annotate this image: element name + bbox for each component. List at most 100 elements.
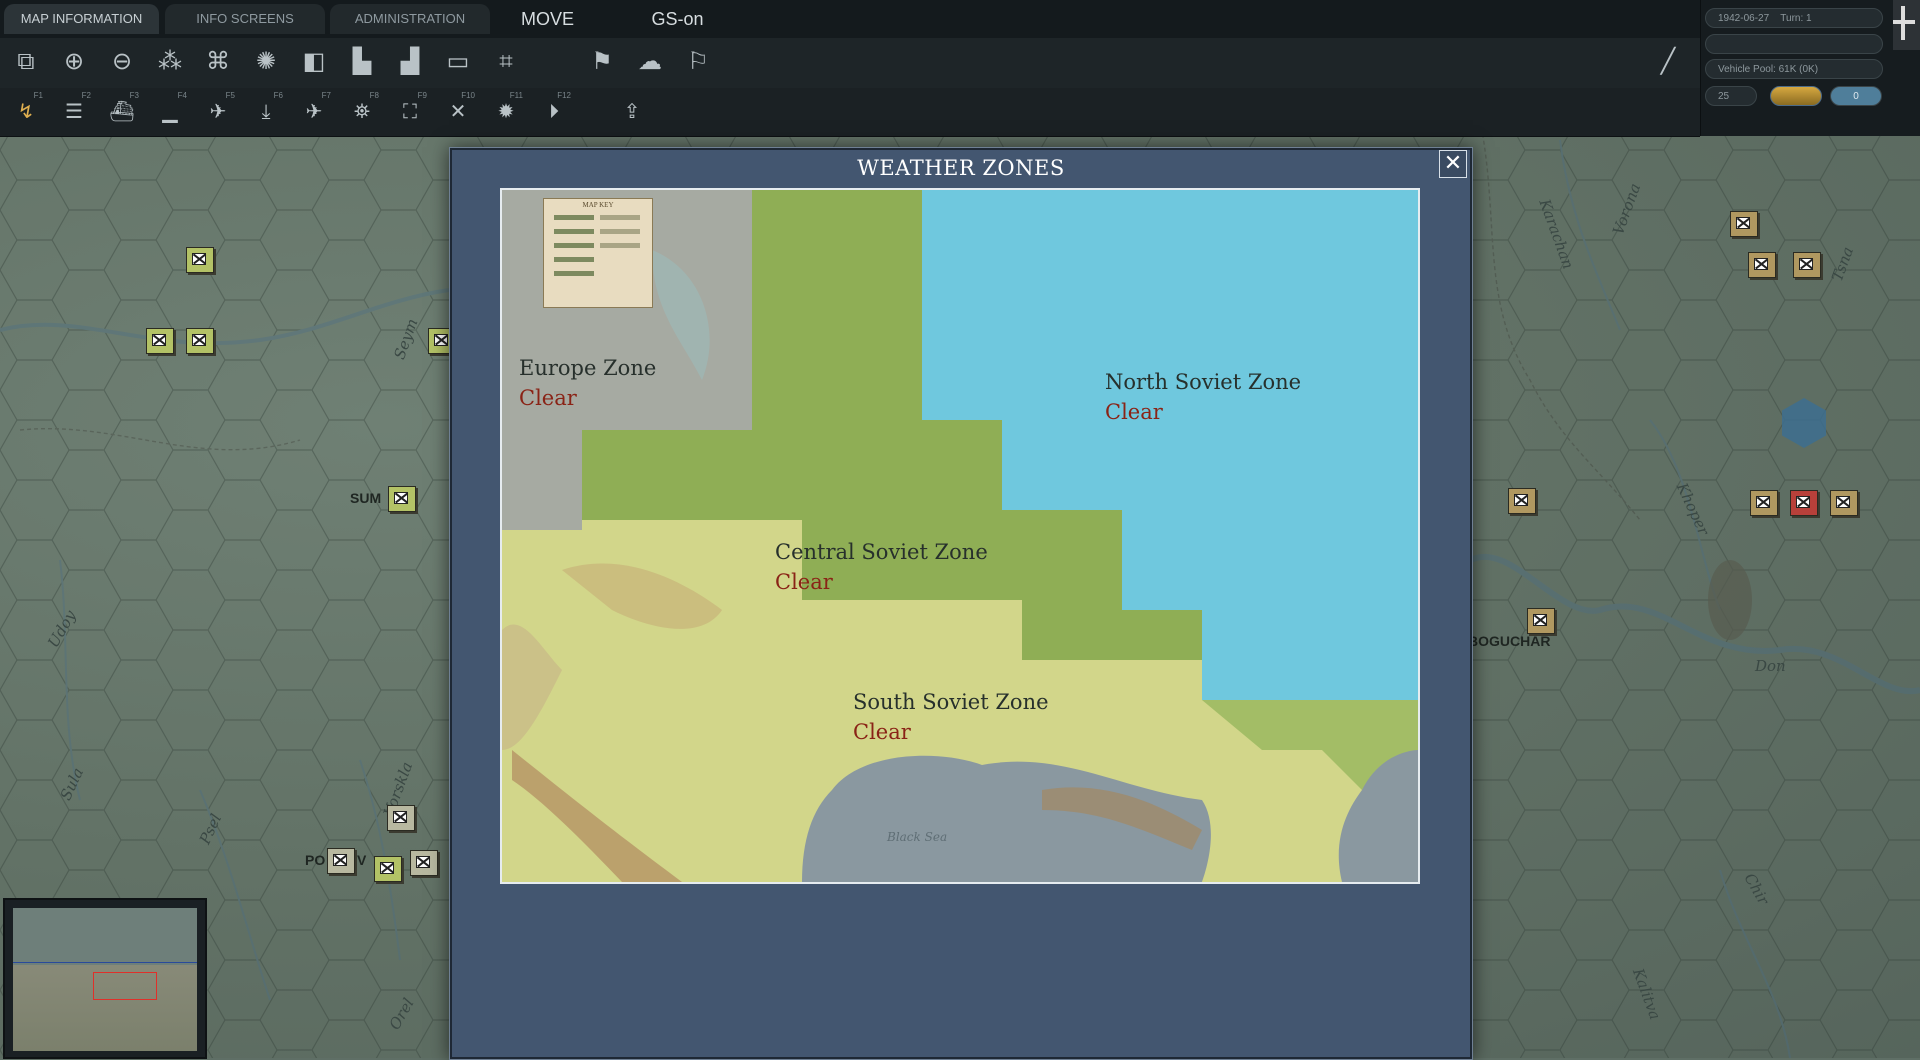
gs-toggle-button[interactable]: GS-on <box>630 4 725 34</box>
nation-flag-icon <box>1893 0 1920 50</box>
infantry-icon <box>1736 217 1750 229</box>
infantry-icon <box>152 334 166 346</box>
unit-counter[interactable] <box>1748 252 1776 278</box>
select-icon[interactable]: ⧉ <box>8 44 44 80</box>
units-icon[interactable]: ⁂ <box>152 44 188 80</box>
close-button[interactable]: ✕ <box>1439 150 1467 178</box>
zone-weather: Clear <box>1105 400 1163 424</box>
infantry-icon <box>416 856 430 868</box>
air-cancel-icon[interactable]: ✕ F10 <box>440 92 476 130</box>
layers-icon[interactable]: ◧ <box>296 44 332 80</box>
flag-icon[interactable]: ⚑ <box>584 44 620 80</box>
rail-icon[interactable]: ☰ F2 <box>56 92 92 130</box>
rectangle-icon[interactable]: ▭ <box>440 44 476 80</box>
unit-counter[interactable] <box>388 486 416 512</box>
move-mode-button[interactable]: MOVE <box>505 4 590 34</box>
fkey-label: F7 <box>321 91 331 100</box>
fkey-label: F3 <box>129 91 139 100</box>
play-icon[interactable]: ⏵ F12 <box>536 91 572 130</box>
unit-counter[interactable] <box>1527 608 1555 634</box>
infantry-icon <box>1754 258 1768 270</box>
zone-name: South Soviet Zone <box>853 690 1049 714</box>
zone-name: North Soviet Zone <box>1105 370 1302 394</box>
factory-icon[interactable]: ▟ <box>392 44 428 80</box>
map-key-row <box>554 271 594 276</box>
status-blank-field <box>1705 34 1883 54</box>
fkey-label: F1 <box>33 91 43 100</box>
unit-counter[interactable] <box>186 328 214 354</box>
map-key-row <box>554 257 594 262</box>
map-key-title: MAP KEY <box>582 201 614 209</box>
unit-counter[interactable] <box>374 856 402 882</box>
unit-counter[interactable] <box>1790 490 1818 516</box>
city-label: SUM <box>350 490 382 506</box>
unit-counter[interactable] <box>1508 488 1536 514</box>
infantry-icon <box>1799 258 1813 270</box>
ship-icon[interactable]: ▁ F4 <box>152 91 188 130</box>
upload-icon[interactable]: ⇪ <box>614 94 650 130</box>
tab-administration[interactable]: ADMINISTRATION <box>330 4 490 34</box>
production-icon[interactable]: ▙ <box>344 44 380 80</box>
minimap-viewport[interactable] <box>93 972 157 1000</box>
tab-info-screens[interactable]: INFO SCREENS <box>165 4 325 34</box>
unit-counter[interactable] <box>327 848 355 874</box>
weather-zone-map: MAP KEY Black Sea Europe Zone Clear Nort… <box>500 188 1420 884</box>
infantry-icon <box>333 854 347 866</box>
air-base-icon[interactable]: ⛯ F8 <box>344 91 380 130</box>
pennant-icon[interactable]: ⚐ <box>680 44 716 80</box>
zoom-out-icon[interactable]: ⊖ <box>104 44 140 80</box>
unit-counter[interactable] <box>1750 490 1778 516</box>
unit-counter[interactable] <box>146 328 174 354</box>
unit-counter[interactable] <box>410 850 438 876</box>
air-strike-icon[interactable]: ✈ F5 <box>200 92 236 130</box>
air-drop-icon[interactable]: ⤓ F6 <box>248 92 284 130</box>
unit-counter[interactable] <box>387 805 415 831</box>
explosion-icon[interactable]: ✹ F11 <box>488 91 524 130</box>
map-key-row <box>554 243 594 248</box>
air-recon-icon[interactable]: ⛶ F9 <box>392 91 428 130</box>
frame-icon[interactable]: ⌘ <box>200 44 236 80</box>
fkey-label: F9 <box>417 91 427 100</box>
map-key-row <box>600 229 640 234</box>
map-key-row <box>600 215 640 220</box>
infantry-icon <box>1796 496 1810 508</box>
tab-map-information[interactable]: MAP INFORMATION <box>4 4 159 34</box>
supply-gauge <box>1770 86 1822 106</box>
fkey-label: F8 <box>369 91 379 100</box>
unit-filter-toolbar: ↯ F1 ☰ F2 ⛴ F3 ▁ F4 ✈ F5 ⤓ F6 ✈ F7 ⛯ F8 ⛶ F9 ✕ F10… <box>0 88 1700 137</box>
indicator-toggle[interactable]: 0 <box>1830 86 1882 106</box>
infantry-icon <box>1756 496 1770 508</box>
move-path-icon[interactable]: ↯ F1 <box>8 91 44 130</box>
minimap[interactable] <box>3 898 207 1059</box>
settings-icon[interactable]: ✺ <box>248 44 284 80</box>
map-key-row <box>554 229 594 234</box>
tab-bar: MAP INFORMATION INFO SCREENS ADMINISTRAT… <box>0 0 1700 38</box>
pencil-icon[interactable]: ╱ <box>1650 44 1686 80</box>
river-label: Don <box>1755 657 1786 675</box>
infantry-icon <box>1514 494 1528 506</box>
turn-text: Turn: 1 <box>1780 13 1812 24</box>
screenshot-icon[interactable]: ⌗ <box>488 44 524 80</box>
zone-weather: Clear <box>853 720 911 744</box>
date-text: 1942-06-27 <box>1718 13 1770 24</box>
unit-counter[interactable] <box>1730 211 1758 237</box>
city-label: PO <box>305 852 326 868</box>
weather-icon[interactable]: ☁ <box>632 44 668 80</box>
unit-counter[interactable] <box>186 247 214 273</box>
infantry-icon <box>434 334 448 346</box>
dialog-title: WEATHER ZONES <box>857 156 1065 180</box>
count-display: 25 <box>1705 86 1757 106</box>
zone-weather: Clear <box>775 570 833 594</box>
map-key-row <box>554 215 594 220</box>
naval-icon[interactable]: ⛴ F3 <box>104 91 140 130</box>
air-transfer-icon[interactable]: ✈ F7 <box>296 91 332 130</box>
unit-counter[interactable] <box>1830 490 1858 516</box>
date-turn-display: 1942-06-27 Turn: 1 <box>1705 8 1883 28</box>
unit-counter[interactable] <box>1793 252 1821 278</box>
zoom-in-icon[interactable]: ⊕ <box>56 44 92 80</box>
infantry-icon <box>192 334 206 346</box>
infantry-icon <box>380 862 394 874</box>
fkey-label: F11 <box>509 91 523 100</box>
fkey-label: F4 <box>177 91 187 100</box>
fkey-label: F12 <box>557 91 571 100</box>
